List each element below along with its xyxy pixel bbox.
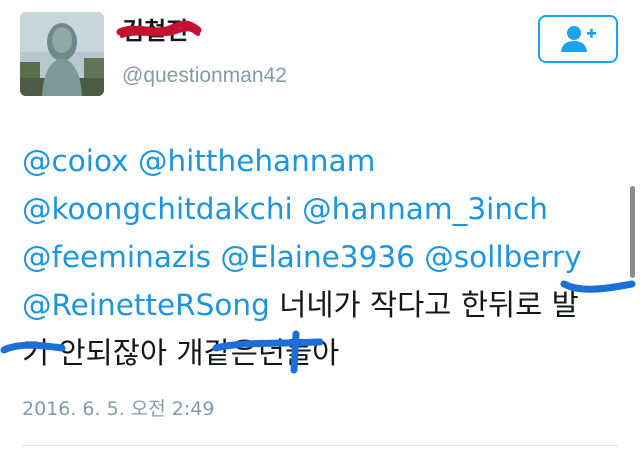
- mention-link[interactable]: @sollberry: [424, 240, 581, 274]
- scrollbar[interactable]: [630, 186, 635, 278]
- timestamp[interactable]: 2016. 6. 5. 오전 2:49: [22, 397, 214, 421]
- tweet-line-1: @coiox @hitthehannam: [22, 137, 622, 185]
- mention-link[interactable]: @coiox: [22, 144, 129, 178]
- mention-link[interactable]: @koongchitdakchi: [22, 192, 293, 226]
- tweet-line-3: @feeminazis @Elaine3936 @sollberry: [22, 233, 622, 281]
- divider: [22, 445, 618, 446]
- mention-link[interactable]: @ReinetteRSong: [22, 288, 270, 322]
- tweet-body-text: 너네가 작다고 한뒤로 발: [279, 288, 579, 322]
- username[interactable]: @questionman42: [122, 63, 287, 89]
- add-user-icon: [561, 26, 596, 52]
- tweet-line-2: @koongchitdakchi @hannam_3inch: [22, 185, 622, 233]
- mention-link[interactable]: @feeminazis: [22, 240, 211, 274]
- avatar[interactable]: [20, 12, 104, 96]
- tweet-body-text: 기 안되잖아 개같은년들아: [22, 336, 340, 370]
- tweet-line-5: 기 안되잖아 개같은년들아: [22, 329, 622, 377]
- redaction-scribble: [116, 20, 202, 38]
- tweet-text: @coiox @hitthehannam @koongchitdakchi @h…: [22, 137, 622, 377]
- mention-link[interactable]: @Elaine3936: [220, 240, 415, 274]
- mention-link[interactable]: @hannam_3inch: [302, 192, 548, 226]
- follow-button[interactable]: [538, 15, 618, 63]
- mention-link[interactable]: @hitthehannam: [138, 144, 375, 178]
- tweet-line-4: @ReinetteRSong 너네가 작다고 한뒤로 발: [22, 281, 622, 329]
